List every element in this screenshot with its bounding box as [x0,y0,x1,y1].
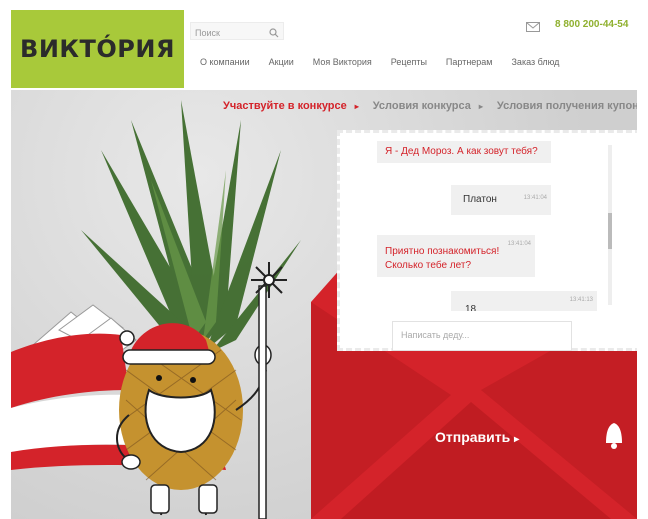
chevron-right-icon: ▸ [354,101,359,111]
nav-item-about[interactable]: О компании [200,57,250,67]
promo-scene: Участвуйте в конкурсе ▸ Условия конкурса… [11,90,637,519]
chat-message-user: 13:41:04 Платон [451,185,551,215]
search-icon[interactable] [269,25,279,43]
chat-message-santa: 13:41:04 Приятно познакомиться! Сколько … [377,235,535,277]
chevron-right-icon: ▸ [478,101,483,111]
step-coupon-conditions[interactable]: Условия получения купона [497,100,637,112]
nav-item-promos[interactable]: Акции [269,57,294,67]
search-input[interactable] [191,26,265,40]
chat-message-santa: Я - Дед Мороз. А как зовут тебя? [377,141,551,163]
site-header: ВИКТÓРИЯ 8 800 200-44-54 О компании Акци… [0,0,648,90]
compose-box [392,321,572,351]
chat-window: Я - Дед Мороз. А как зовут тебя? 13:41:0… [353,141,615,311]
chat-scrollbar-thumb[interactable] [608,213,612,249]
logo[interactable]: ВИКТÓРИЯ [11,10,184,88]
main-nav: О компании Акции Моя Виктория Рецепты Па… [200,57,578,67]
nav-item-recipes[interactable]: Рецепты [391,57,427,67]
step-participate[interactable]: Участвуйте в конкурсе [223,100,347,112]
chevron-right-icon: ▸ [514,434,520,445]
step-conditions[interactable]: Условия конкурса [373,100,471,112]
nav-item-my-victoria[interactable]: Моя Виктория [313,57,372,67]
contest-steps: Участвуйте в конкурсе ▸ Условия конкурса… [223,100,637,112]
message-input[interactable] [393,322,561,348]
search-box [190,22,284,40]
phone-number[interactable]: 8 800 200-44-54 [555,19,628,30]
mail-icon[interactable] [526,19,540,37]
send-button[interactable]: Отправить ▸ [435,429,519,445]
nav-item-order[interactable]: Заказ блюд [512,57,560,67]
chat-letter: Я - Дед Мороз. А как зовут тебя? 13:41:0… [337,130,637,351]
nav-item-partners[interactable]: Партнерам [446,57,493,67]
logo-text: ВИКТÓРИЯ [20,35,175,63]
chat-message-user: 13:41:13 18 [451,291,597,311]
